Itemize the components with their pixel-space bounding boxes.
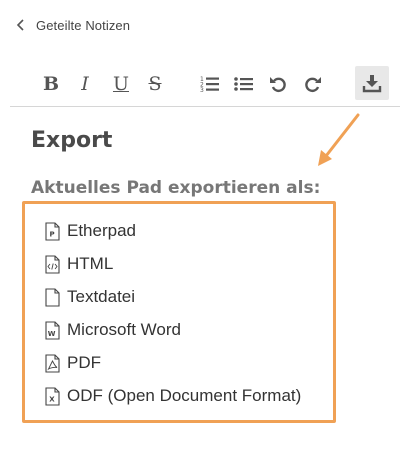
undo-icon xyxy=(270,77,286,93)
back-link[interactable]: Geteilte Notizen xyxy=(16,14,130,36)
export-option-label: ODF (Open Document Format) xyxy=(67,386,302,405)
export-odf-option[interactable]: X ODF (Open Document Format) xyxy=(45,384,301,408)
export-option-label: PDF xyxy=(67,353,101,372)
ordered-list-button[interactable]: 1 2 3 xyxy=(197,70,223,98)
export-option-label: Microsoft Word xyxy=(67,320,181,339)
underline-button[interactable]: U xyxy=(108,70,134,98)
toolbar-divider xyxy=(10,106,400,107)
bullet-list-button[interactable] xyxy=(231,70,257,98)
export-subheading: Aktuelles Pad exportieren als: xyxy=(31,178,321,198)
export-text-option[interactable]: Textdatei xyxy=(45,285,135,309)
chevron-left-icon xyxy=(16,19,24,31)
text-file-icon xyxy=(45,287,60,307)
etherpad-file-icon: P xyxy=(45,221,60,241)
back-link-label: Geteilte Notizen xyxy=(36,17,131,33)
svg-text:X: X xyxy=(49,395,55,403)
html-file-icon xyxy=(45,254,60,274)
export-options-highlight: P Etherpad HTML Textdatei W Microsoft Wo… xyxy=(22,201,336,423)
export-icon xyxy=(362,75,382,93)
export-button[interactable] xyxy=(355,66,389,100)
export-option-label: HTML xyxy=(67,254,114,273)
bold-button[interactable]: B xyxy=(38,70,64,98)
ordered-list-icon: 1 2 3 xyxy=(200,76,219,93)
export-word-option[interactable]: W Microsoft Word xyxy=(45,318,181,342)
pdf-file-icon xyxy=(45,353,60,373)
export-option-label: Textdatei xyxy=(67,287,136,306)
svg-text:P: P xyxy=(50,230,55,238)
export-html-option[interactable]: HTML xyxy=(45,252,113,276)
odf-file-icon: X xyxy=(45,386,60,406)
export-heading: Export xyxy=(31,128,113,153)
redo-button[interactable] xyxy=(300,70,326,98)
svg-text:W: W xyxy=(48,330,56,338)
bullet-list-icon xyxy=(234,77,253,91)
export-pdf-option[interactable]: PDF xyxy=(45,351,101,375)
export-option-label: Etherpad xyxy=(67,221,136,240)
svg-text:3: 3 xyxy=(200,87,204,93)
word-file-icon: W xyxy=(45,320,60,340)
redo-icon xyxy=(305,77,321,93)
export-etherpad-option[interactable]: P Etherpad xyxy=(45,219,136,243)
undo-button[interactable] xyxy=(265,70,291,98)
strikethrough-button[interactable]: S xyxy=(142,70,168,98)
italic-button[interactable]: I xyxy=(72,70,98,98)
editor-toolbar: B I U S 1 2 3 xyxy=(0,62,411,108)
